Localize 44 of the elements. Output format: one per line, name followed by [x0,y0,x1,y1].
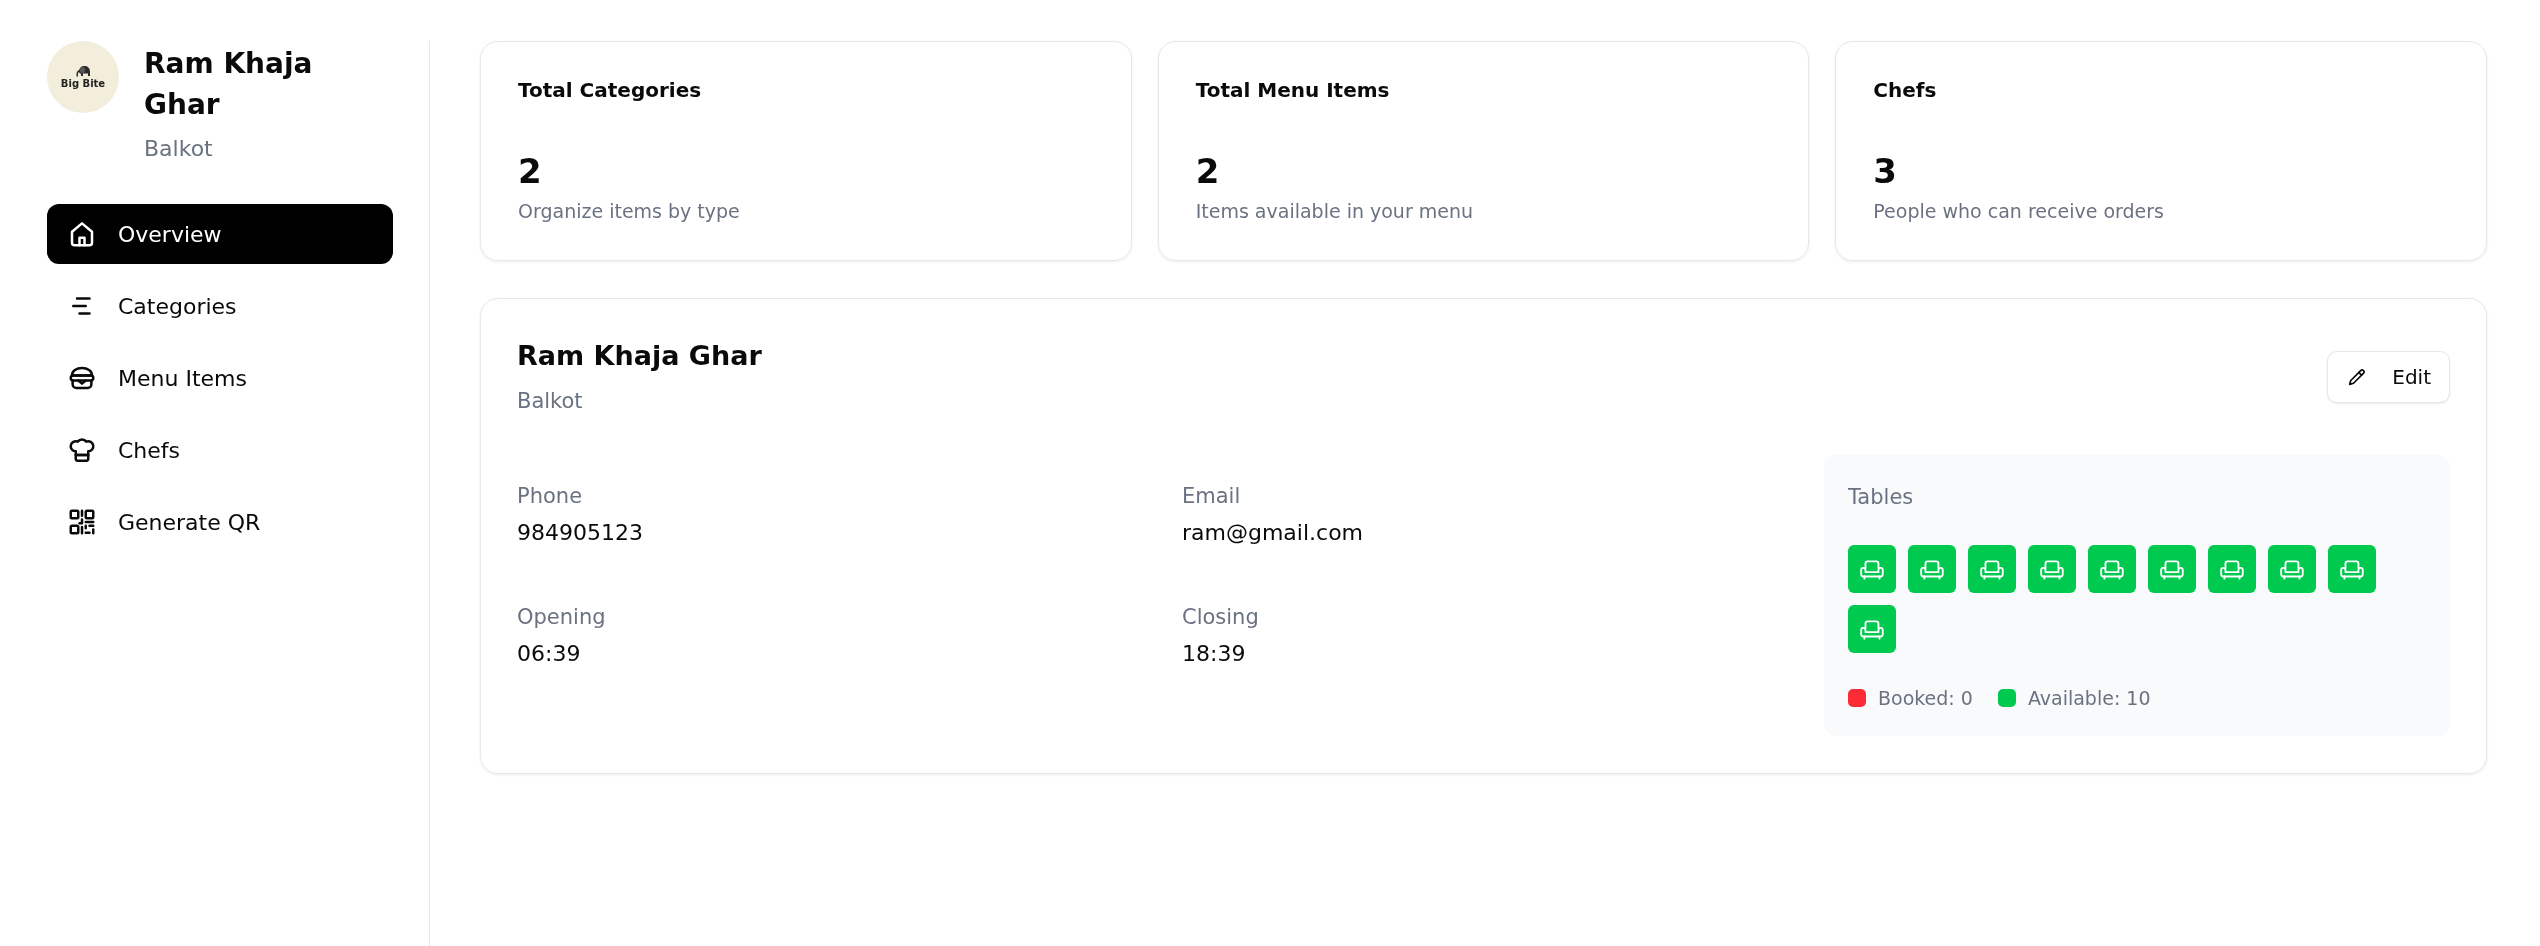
legend-label: Booked: 0 [1878,686,1973,710]
qr-code-icon [67,507,97,537]
chef-hat-icon [67,435,97,465]
stat-description: Organize items by type [518,199,740,224]
armchair-icon[interactable] [1848,545,1896,593]
armchair-icon[interactable] [2328,545,2376,593]
armchair-icon[interactable] [1968,545,2016,593]
nav-item[interactable]: Chefs [47,420,393,480]
location-text: Balkot [144,135,214,163]
armchair-icon[interactable] [2088,545,2136,593]
field-value: 984905123 [517,519,643,547]
field-label: Phone [517,483,583,509]
nav-item[interactable]: Menu Items [47,348,393,408]
stat-value: 3 [1873,151,1897,191]
armchair-icon[interactable] [2028,545,2076,593]
nav-item[interactable]: Categories [47,276,393,336]
field-label: Opening [517,604,606,630]
armchair-icon[interactable] [1848,605,1896,653]
field-value: 06:39 [517,640,581,668]
stat-title: Total Menu Items [1195,77,1390,104]
field-label: Email [1182,483,1241,509]
nav-item[interactable]: Overview [47,204,393,264]
armchair-icon[interactable] [2268,545,2316,593]
nav-item[interactable]: Generate QR [47,492,393,552]
stat-value: 2 [1195,151,1220,191]
stat-description: Items available in your menu [1195,199,1474,224]
armchair-icon[interactable] [1908,545,1956,593]
stat-title: Chefs [1873,77,1937,104]
restaurant-title: Ram Khaja Ghar [517,339,762,373]
section-label: Tables [1848,484,1914,510]
stat-description: People who can receive orders [1873,199,2164,224]
stat-value: 2 [518,151,542,191]
field-value: ram@gmail.com [1182,519,1364,547]
location-text: Balkot [517,388,583,415]
restaurant-name: Ram Khaja Ghar [144,46,314,123]
edit-button[interactable]: Edit [2327,351,2450,403]
stat-title: Total Categories [518,77,702,104]
field-label: Closing [1182,604,1259,630]
logo-text: Big Bite [60,77,106,90]
armchair-icon[interactable] [2148,545,2196,593]
field-value: 18:39 [1182,640,1246,668]
elephant-icon [74,64,92,78]
armchair-icon[interactable] [2208,545,2256,593]
legend-label: Available: 10 [2027,686,2151,710]
